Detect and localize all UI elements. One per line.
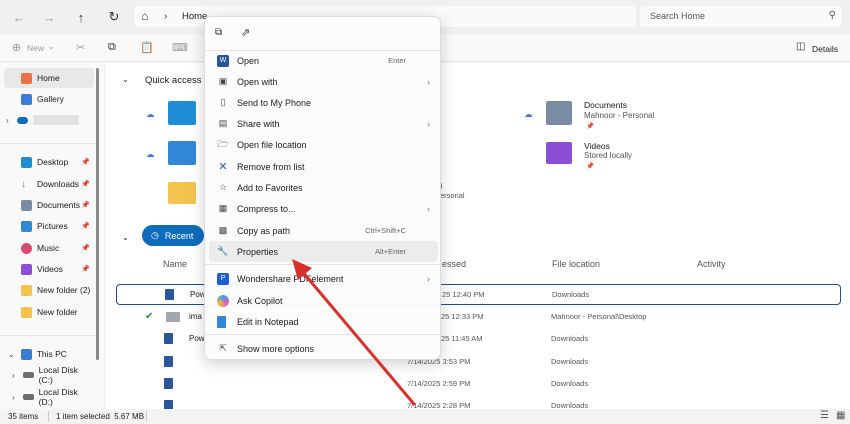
- annotation-arrow: [292, 259, 416, 406]
- selection-info: 1 item selected 5.67 MB: [56, 412, 145, 421]
- arrow-head: [292, 259, 312, 280]
- tiles-view-icon[interactable]: ▦: [836, 410, 845, 421]
- list-view-icon[interactable]: ☰: [820, 410, 829, 421]
- divider: [146, 411, 147, 422]
- arrow-shaft: [299, 268, 416, 406]
- status-bar: 35 items 1 item selected 5.67 MB ☰ ▦: [0, 409, 850, 424]
- items-count: 35 items: [8, 412, 39, 421]
- divider: [48, 411, 49, 422]
